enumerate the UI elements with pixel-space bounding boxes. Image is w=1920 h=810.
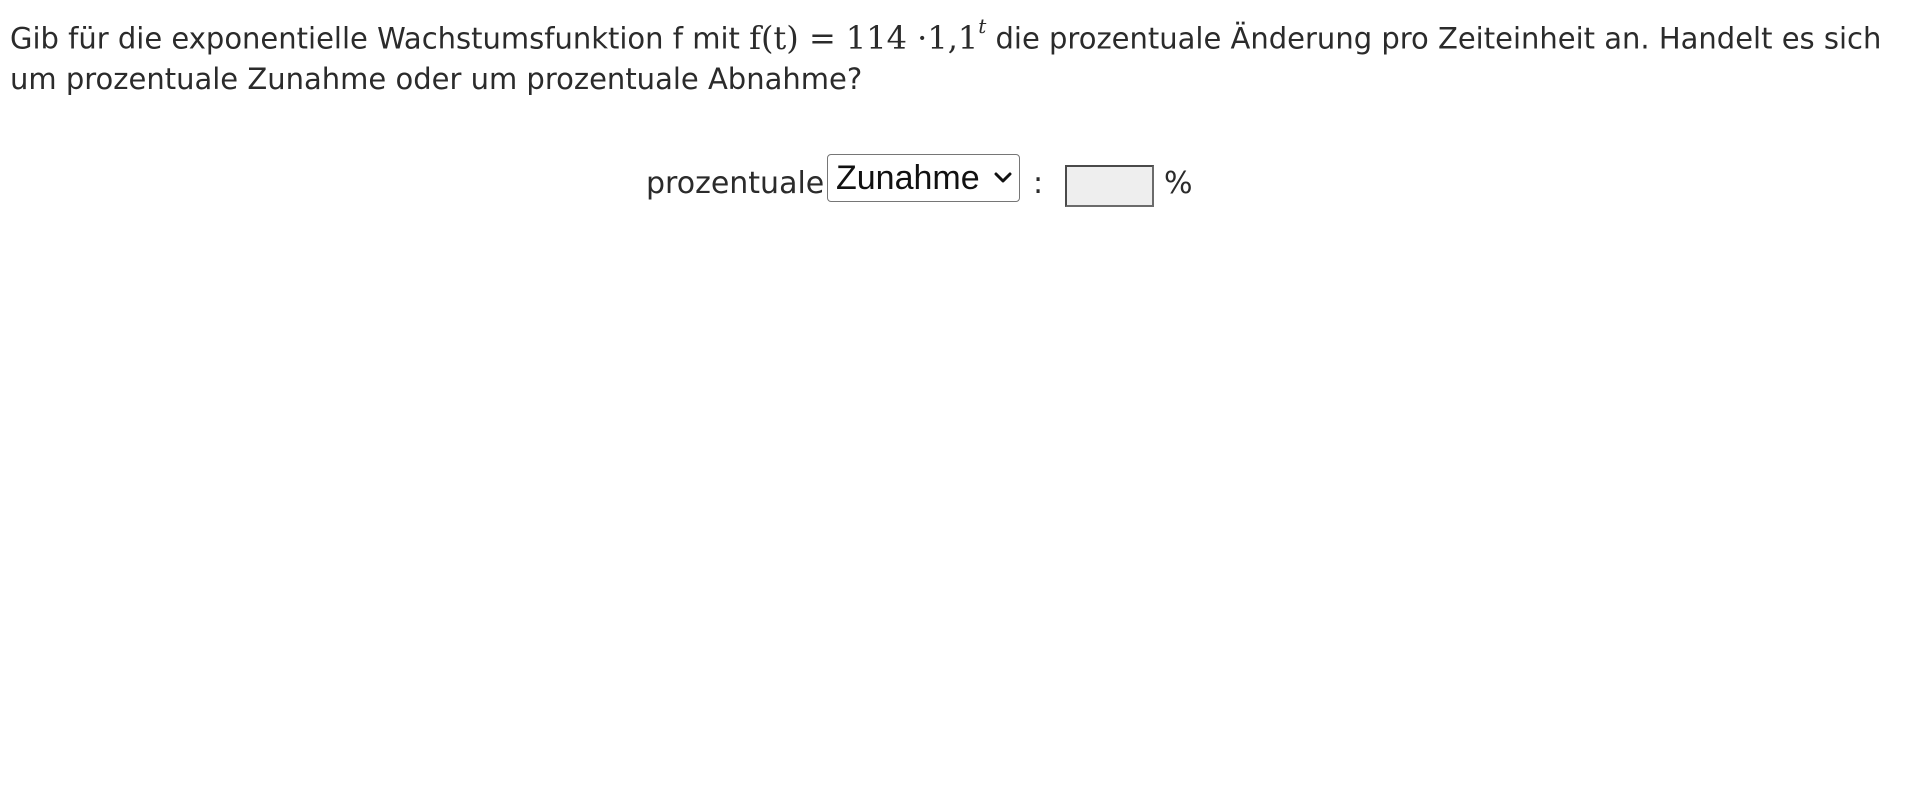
formula-exponent: t [978,14,987,38]
question-text: Gib für die exponentielle Wachstumsfunkt… [10,10,1910,99]
colon-separator: : [1033,166,1044,201]
change-type-select[interactable]: Zunahme [827,154,1020,202]
chevron-down-icon [994,172,1012,183]
change-type-selected-value: Zunahme [836,159,980,197]
percent-change-input[interactable] [1065,165,1154,207]
formula-base: f(t) = 114 ·1,1 [749,18,979,57]
answer-prefix-label: prozentuale [646,166,825,201]
answer-row: prozentuale Zunahme : % [0,150,1920,210]
percent-sign: % [1164,166,1193,201]
question-text-before: Gib für die exponentielle Wachstumsfunkt… [10,21,750,56]
formula: f(t) = 114 ·1,1t [749,14,986,57]
